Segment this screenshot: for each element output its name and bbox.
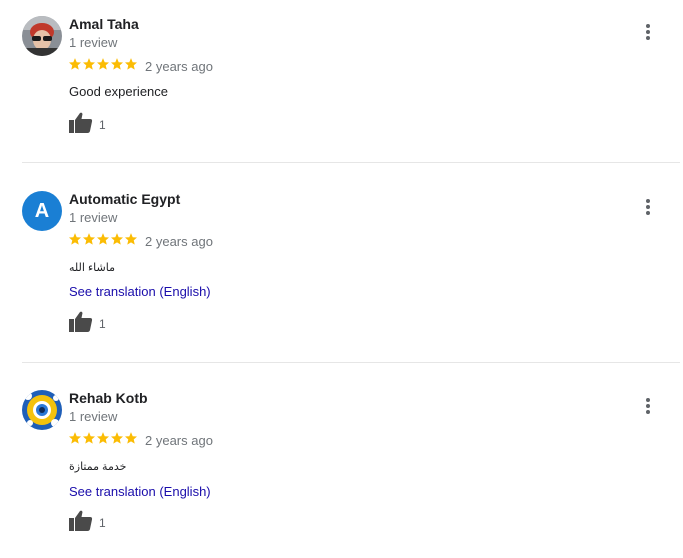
review-text: ماشاء الله: [69, 262, 115, 274]
like-count: 1: [99, 516, 106, 530]
thumbs-up-icon: [69, 112, 93, 133]
more-vert-icon: [646, 24, 650, 40]
profile-photo-icon: [22, 16, 62, 56]
star-icon: [68, 233, 82, 245]
review-count: 1 review: [69, 409, 118, 424]
reviewer-name[interactable]: Rehab Kotb: [69, 390, 148, 406]
star-rating: [68, 232, 138, 248]
star-icon: [82, 233, 96, 245]
star-icon: [110, 432, 124, 444]
star-icon: [110, 58, 124, 70]
reviewer-name[interactable]: Automatic Egypt: [69, 191, 180, 207]
profile-photo-icon: [22, 390, 62, 430]
more-options-button[interactable]: [640, 197, 656, 217]
star-icon: [96, 233, 110, 245]
star-icon: [68, 432, 82, 444]
more-vert-icon: [646, 398, 650, 414]
star-icon: [96, 58, 110, 70]
avatar[interactable]: [22, 390, 62, 430]
review-date: 2 years ago: [145, 234, 213, 249]
star-icon: [124, 432, 138, 444]
more-options-button[interactable]: [640, 396, 656, 416]
review-count: 1 review: [69, 35, 118, 50]
star-icon: [82, 432, 96, 444]
star-rating: [68, 57, 138, 73]
star-icon: [68, 58, 82, 70]
avatar[interactable]: [22, 16, 62, 56]
review-card: Rehab Kotb 1 review 2 years ago خدمة ممت…: [0, 374, 683, 558]
star-icon: [96, 432, 110, 444]
review-count: 1 review: [69, 210, 118, 225]
review-text: خدمة ممتازة: [69, 461, 127, 473]
star-icon: [124, 58, 138, 70]
like-button[interactable]: [69, 311, 93, 333]
like-count: 1: [99, 118, 106, 132]
divider: [22, 162, 680, 163]
more-vert-icon: [646, 199, 650, 215]
review-card: A Automatic Egypt 1 review 2 years ago م…: [0, 175, 683, 355]
star-icon: [124, 233, 138, 245]
review-date: 2 years ago: [145, 433, 213, 448]
like-button[interactable]: [69, 510, 93, 532]
like-button[interactable]: [69, 112, 93, 134]
star-rating: [68, 431, 138, 447]
reviewer-name[interactable]: Amal Taha: [69, 16, 139, 32]
star-icon: [110, 233, 124, 245]
thumbs-up-icon: [69, 311, 93, 332]
see-translation-link[interactable]: See translation (English): [69, 484, 211, 499]
see-translation-link[interactable]: See translation (English): [69, 284, 211, 299]
thumbs-up-icon: [69, 510, 93, 531]
review-card: Amal Taha 1 review 2 years ago Good expe…: [0, 0, 683, 160]
review-date: 2 years ago: [145, 59, 213, 74]
more-options-button[interactable]: [640, 22, 656, 42]
divider: [22, 362, 680, 363]
like-count: 1: [99, 317, 106, 331]
avatar[interactable]: A: [22, 191, 62, 231]
star-icon: [82, 58, 96, 70]
review-text: Good experience: [69, 84, 169, 99]
